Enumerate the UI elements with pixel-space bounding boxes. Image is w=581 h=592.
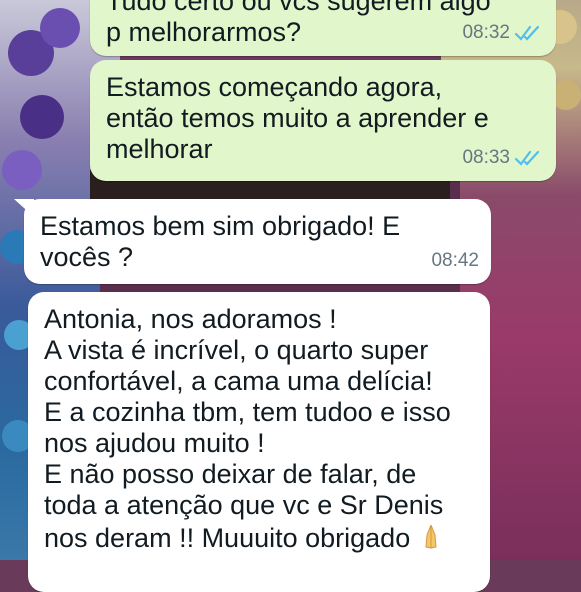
balloon-decoration: [2, 150, 42, 190]
incoming-message[interactable]: Antonia, nos adoramos ! A vista é incrív…: [28, 292, 490, 592]
outgoing-message[interactable]: Tudo certo ou vcs sugerem algo p melhora…: [90, 0, 556, 56]
message-time: 08:42: [431, 250, 479, 271]
message-meta: 08:32: [462, 17, 544, 48]
message-text: Estamos bem sim obrigado! E vocês ?: [40, 211, 401, 272]
folded-hands-emoji: [425, 524, 437, 549]
double-check-icon: [514, 150, 540, 166]
balloon-decoration: [40, 8, 80, 48]
message-time: 08:32: [462, 22, 510, 43]
balloon-decoration: [20, 95, 64, 139]
message-meta: 08:42: [431, 245, 479, 276]
message-meta: 08:33: [462, 142, 544, 173]
outgoing-message[interactable]: Estamos começando agora, então temos mui…: [90, 60, 556, 181]
message-body: Antonia, nos adoramos ! A vista é incrív…: [44, 304, 474, 554]
message-text: Tudo certo ou vcs sugerem algo p melhora…: [106, 0, 491, 47]
message-text: Estamos começando agora, então temos mui…: [106, 72, 489, 164]
incoming-message[interactable]: Estamos bem sim obrigado! E vocês ? 08:4…: [14, 199, 491, 284]
double-check-icon: [514, 25, 540, 41]
message-text: Antonia, nos adoramos ! A vista é incrív…: [44, 304, 451, 553]
message-time: 08:33: [462, 147, 510, 168]
